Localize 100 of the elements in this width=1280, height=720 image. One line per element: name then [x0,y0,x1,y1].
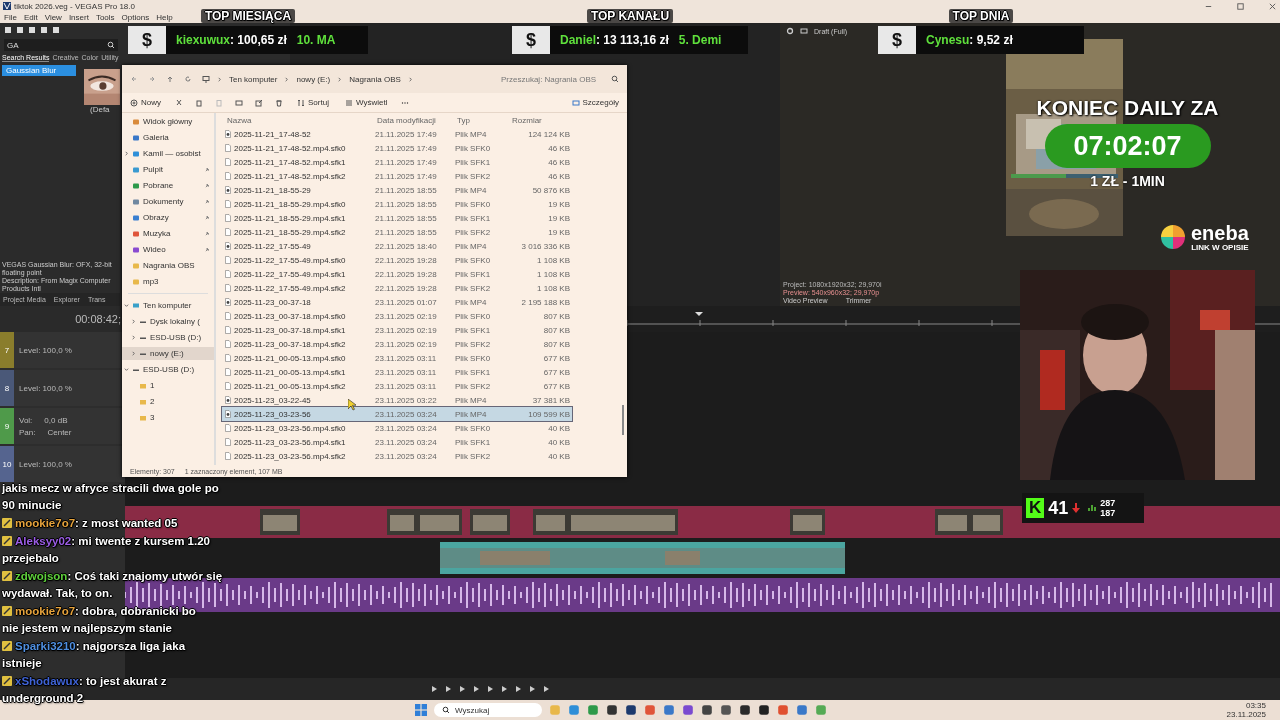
file-date: 21.11.2025 18:55 [375,185,438,195]
track-level: Level: 100,0 % [19,459,72,469]
nav-item[interactable]: Pobrane [122,179,214,192]
nav-item[interactable]: 3 [122,411,214,424]
nav-item[interactable]: Pulpit [122,163,214,176]
menu-item[interactable]: Tools [95,13,115,22]
file-row[interactable]: 2025-11-23_00-37-18.mp4.sfk1 23.11.2025 02:19 Plik SFK1 807 KB [222,323,572,337]
windows-start-icon[interactable] [415,704,427,716]
menu-item[interactable]: Insert [68,13,89,22]
breadcrumb[interactable]: Ten komputer [229,74,278,84]
taskbar-app-icon[interactable] [720,704,732,716]
file-size: 37 381 KB [531,395,570,405]
file-row[interactable]: 2025-11-23_00-37-18 23.11.2025 01:07 Plik MP4 2 195 188 KB [222,295,572,309]
file-row[interactable]: 2025-11-22_17-55-49.mp4.sfk0 22.11.2025 19:28 Plik SFK0 1 108 KB [222,253,572,267]
track-level: Level: 100,0 % [19,383,72,393]
search-icon [442,706,450,714]
column-header[interactable]: Typ [457,115,512,125]
file-row[interactable]: 2025-11-23_03-23-56.mp4.sfk2 23.11.2025 03:24 Plik SFK2 40 KB [222,449,572,463]
file-row[interactable]: 2025-11-21_00-05-13.mp4.sfk1 23.11.2025 03:11 Plik SFK1 677 KB [222,365,572,379]
share-icon[interactable] [255,98,263,107]
search-field[interactable]: GA [4,39,118,51]
settings-icon[interactable] [786,27,794,35]
column-header[interactable]: Rozmiar [512,115,572,125]
copy-icon[interactable] [195,98,203,107]
widget-title: TOP KANAŁU [586,9,674,23]
file-row[interactable]: 2025-11-22_17-55-49.mp4.sfk1 22.11.2025 19:28 Plik SFK1 1 108 KB [222,267,572,281]
taskbar-app-icon[interactable] [758,704,770,716]
rename-icon[interactable] [235,98,243,107]
file-row[interactable]: 2025-11-23_03-22-45 23.11.2025 03:22 Plik MP4 37 381 KB [222,393,572,407]
taskbar-app-icon[interactable] [625,704,637,716]
file-row[interactable]: 2025-11-23_03-23-56.mp4.sfk1 23.11.2025 03:24 Plik SFK1 40 KB [222,435,572,449]
details-button[interactable]: Szczegóły [569,97,621,108]
chat-message: 90 minucie [2,499,62,511]
breadcrumb[interactable]: Nagrania OBS [349,74,401,84]
nav-item[interactable]: Widok główny [122,115,214,128]
file-date: 22.11.2025 19:28 [375,255,438,265]
scrollbar-thumb[interactable] [622,405,624,435]
nav-item[interactable]: Galeria [122,131,214,144]
breadcrumb[interactable]: nowy (E:) [296,74,331,84]
file-name: 2025-11-21_18-55-29.mp4.sfk2 [234,227,346,237]
computer-icon [132,301,140,310]
maximize-icon[interactable] [1236,1,1245,11]
file-row[interactable]: 2025-11-22_17-55-49 22.11.2025 18:40 Plik MP4 3 016 336 KB [222,239,572,253]
menu-item[interactable]: Options [121,13,150,22]
menu-item[interactable]: Edit [23,13,38,22]
delete-icon[interactable] [275,98,283,107]
file-type: Plik MP4 [455,409,488,419]
kick-logo: K [1026,498,1045,518]
nav-item[interactable]: Kamil — osobist [122,147,214,160]
new-button[interactable]: Nowy [128,97,163,108]
file-row[interactable]: 2025-11-21_00-05-13.mp4.sfk2 23.11.2025 03:11 Plik SFK2 677 KB [222,379,572,393]
file-date: 22.11.2025 19:28 [375,269,438,279]
column-header[interactable]: Data modyfikacji [377,115,457,125]
nav-item[interactable]: ESD-USB (D:) [122,331,214,344]
nav-item[interactable]: Dysk lokalny ( [122,315,214,328]
file-row[interactable]: 2025-11-21_18-55-29.mp4.sfk2 21.11.2025 18:55 Plik SFK2 19 KB [222,225,572,239]
nav-item[interactable]: Nagrania OBS [122,259,214,272]
nav-item[interactable]: Dokumenty [122,195,214,208]
preset-label: (Defa [89,105,110,114]
file-row[interactable]: 2025-11-21_18-55-29 21.11.2025 18:55 Plik MP4 50 876 KB [222,183,572,197]
nav-item[interactable]: 1 [122,379,214,392]
view-button[interactable]: Wyświetl [342,97,390,108]
file-row[interactable]: 2025-11-21_17-48-52 21.11.2025 17:49 Plik MP4 124 124 KB [222,127,572,141]
refresh-icon[interactable] [184,75,192,83]
file-row[interactable]: 2025-11-21_17-48-52.mp4.sfk1 21.11.2025 17:49 Plik SFK1 46 KB [222,155,572,169]
file-row[interactable]: 2025-11-21_17-48-52.mp4.sfk0 21.11.2025 17:49 Plik SFK0 46 KB [222,141,572,155]
file-row[interactable]: 2025-11-23_03-23-56 23.11.2025 03:24 Plik MP4 109 599 KB [222,407,572,421]
file-row[interactable]: 2025-11-23_00-37-18.mp4.sfk2 23.11.2025 02:19 Plik SFK2 807 KB [222,337,572,351]
file-row[interactable]: 2025-11-21_18-55-29.mp4.sfk1 21.11.2025 18:55 Plik SFK1 19 KB [222,211,572,225]
nav-item[interactable]: mp3 [122,275,214,288]
menu-item[interactable]: File [4,13,17,22]
up-icon[interactable] [166,75,174,83]
nav-item[interactable]: Obrazy [122,211,214,224]
search-field[interactable]: Przeszukaj: Nagrania OBS [501,74,619,84]
file-row[interactable]: 2025-11-23_00-37-18.mp4.sfk0 23.11.2025 02:19 Plik SFK0 807 KB [222,309,572,323]
column-header[interactable]: Nazwa [222,115,377,125]
taskbar-app-icon[interactable] [739,704,751,716]
down-arrow-icon [1072,502,1081,514]
nav-item[interactable]: 2 [122,395,214,408]
file-row[interactable]: 2025-11-23_03-23-56.mp4.sfk0 23.11.2025 03:24 Plik SFK0 40 KB [222,421,572,435]
nav-item[interactable]: Ten komputer [122,299,214,312]
file-name: 2025-11-21_17-48-52 [234,129,311,139]
nav-item[interactable]: Muzyka [122,227,214,240]
file-size: 19 KB [547,199,570,209]
menu-item[interactable]: View [44,13,62,22]
taskbar-app-icon[interactable] [606,704,618,716]
search-field[interactable]: Wyszukaj [434,703,542,717]
cut-icon[interactable] [175,98,183,107]
file-row[interactable]: 2025-11-21_00-05-13.mp4.sfk0 23.11.2025 03:11 Plik SFK0 677 KB [222,351,572,365]
nav-item[interactable]: Wideo [122,243,214,256]
close-icon[interactable] [1268,1,1277,11]
file-row[interactable]: 2025-11-22_17-55-49.mp4.sfk2 22.11.2025 19:28 Plik SFK2 1 108 KB [222,281,572,295]
nav-item[interactable]: ESD-USB (D:) [122,363,214,376]
file-row[interactable]: 2025-11-21_17-48-52.mp4.sfk2 21.11.2025 17:49 Plik SFK2 46 KB [222,169,572,183]
sort-button[interactable]: Sortuj [295,97,331,108]
menu-item[interactable]: Help [156,13,173,22]
toolbar-icon[interactable] [800,27,808,35]
nav-item[interactable]: nowy (E:) [122,347,214,360]
file-row[interactable]: 2025-11-21_18-55-29.mp4.sfk0 21.11.2025 18:55 Plik SFK0 19 KB [222,197,572,211]
taskbar-app-icon[interactable] [701,704,713,716]
